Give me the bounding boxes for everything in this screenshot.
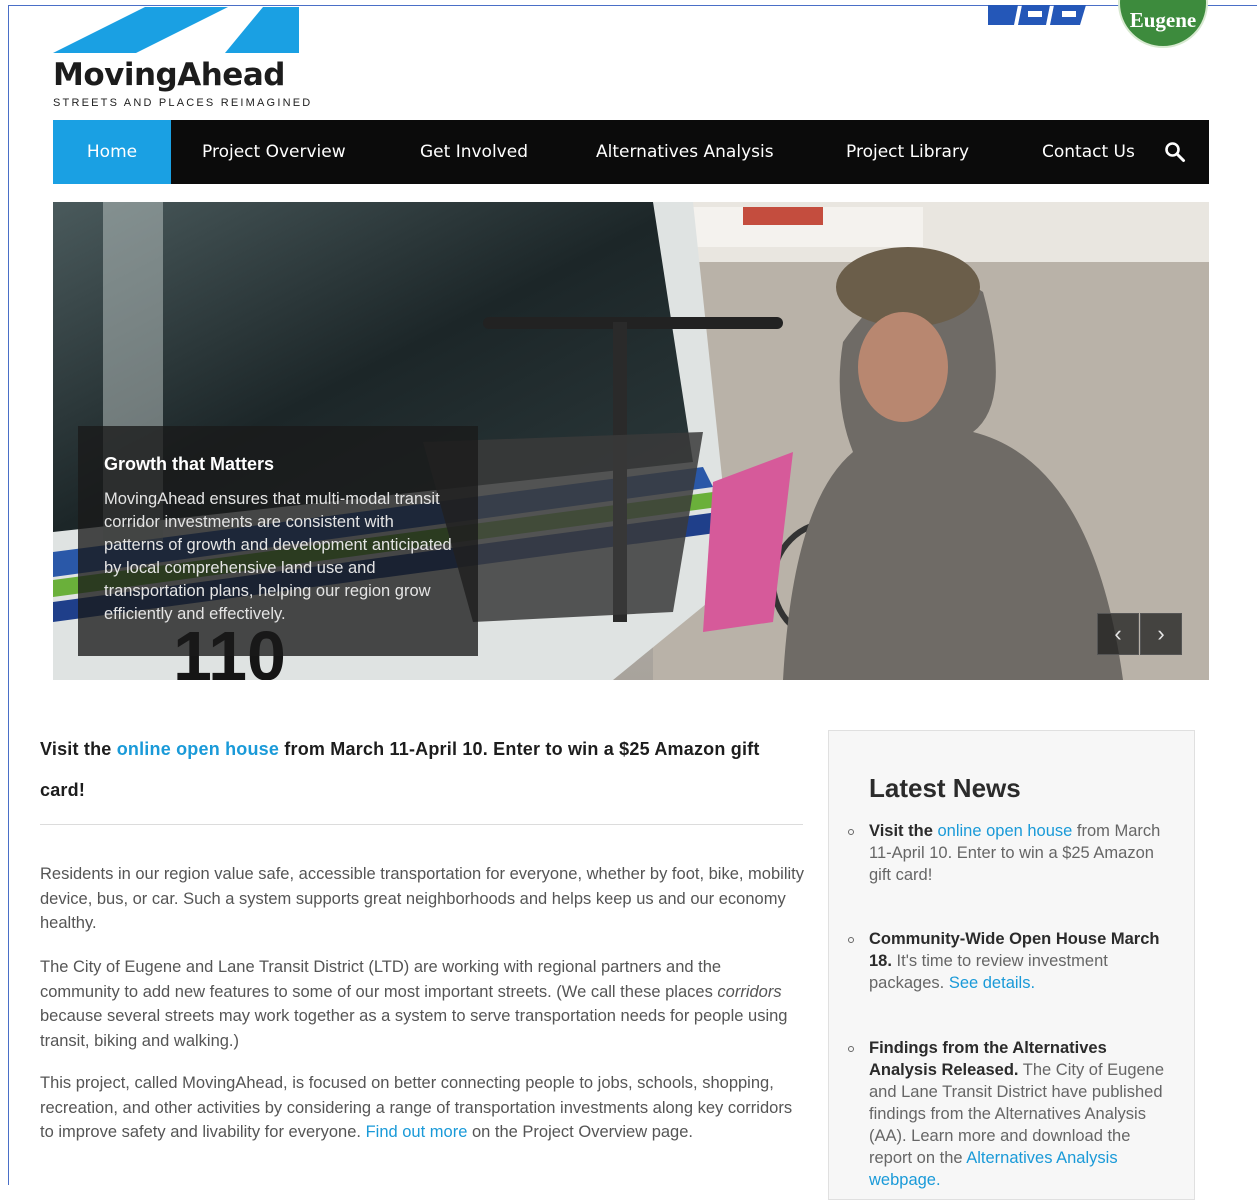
slider-next-button[interactable]: › — [1140, 613, 1182, 655]
hero-slider: 110 Growth that Matters MovingAhead ensu… — [53, 202, 1209, 680]
intro-paragraph-1: Residents in our region value safe, acce… — [40, 865, 804, 932]
logo-wordmark: MovingAhead — [53, 57, 285, 93]
hero-caption: Growth that Matters MovingAhead ensures … — [78, 426, 478, 656]
main-navigation: Home Project Overview Get Involved Alter… — [53, 120, 1209, 184]
nav-project-overview[interactable]: Project Overview — [202, 120, 346, 184]
logo-mark-icon — [53, 7, 299, 53]
search-icon[interactable] — [1164, 141, 1186, 163]
intro-paragraph-3: This project, called MovingAhead, is foc… — [40, 1071, 805, 1145]
logo-tagline: STREETS AND PLACES REIMAGINED — [53, 97, 313, 109]
news-online-open-house-link[interactable]: online open house — [937, 822, 1072, 840]
announcement-prefix: Visit the — [40, 739, 117, 759]
paragraph-3-text-b: on the Project Overview page. — [467, 1123, 693, 1141]
bullet-icon — [848, 829, 854, 835]
news-item: Community-Wide Open House March 18. It's… — [848, 928, 1169, 994]
eugene-logo-text: Eugene — [1129, 8, 1197, 32]
news-item-bold: Visit the — [869, 822, 938, 840]
content-divider — [40, 824, 803, 825]
intro-paragraph-2: The City of Eugene and Lane Transit Dist… — [40, 955, 805, 1053]
site-logo[interactable]: MovingAhead STREETS AND PLACES REIMAGINE… — [53, 7, 310, 112]
slider-prev-button[interactable]: ‹ — [1097, 613, 1139, 655]
latest-news-sidebar: Latest News Visit the online open house … — [828, 730, 1195, 1200]
paragraph-2-text-b: because several streets may work togethe… — [40, 1007, 788, 1050]
city-of-eugene-logo[interactable]: Eugene — [1118, 0, 1208, 50]
bullet-icon — [848, 937, 854, 943]
nav-project-library[interactable]: Project Library — [846, 120, 969, 184]
paragraph-2-text-a: The City of Eugene and Lane Transit Dist… — [40, 958, 722, 1001]
find-out-more-link[interactable]: Find out more — [366, 1123, 468, 1141]
nav-home[interactable]: Home — [53, 120, 171, 184]
see-details-link[interactable]: See details. — [949, 974, 1035, 992]
ltd-logo-icon[interactable] — [988, 5, 1088, 25]
corridors-emphasis: corridors — [717, 982, 782, 1001]
page-border-left — [8, 5, 9, 1185]
nav-contact-us[interactable]: Contact Us — [1042, 120, 1135, 184]
bullet-icon — [848, 1046, 854, 1052]
nav-alternatives-analysis[interactable]: Alternatives Analysis — [596, 120, 774, 184]
open-house-announcement: Visit the online open house from March 1… — [40, 729, 800, 811]
news-item: Visit the online open house from March 1… — [848, 820, 1169, 886]
news-item: Findings from the Alternatives Analysis … — [848, 1037, 1169, 1191]
hero-caption-text: MovingAhead ensures that multi-modal tra… — [104, 490, 452, 623]
hero-caption-title: Growth that Matters — [104, 454, 275, 474]
online-open-house-link[interactable]: online open house — [117, 739, 279, 759]
latest-news-title: Latest News — [869, 773, 1021, 803]
nav-get-involved[interactable]: Get Involved — [420, 120, 528, 184]
